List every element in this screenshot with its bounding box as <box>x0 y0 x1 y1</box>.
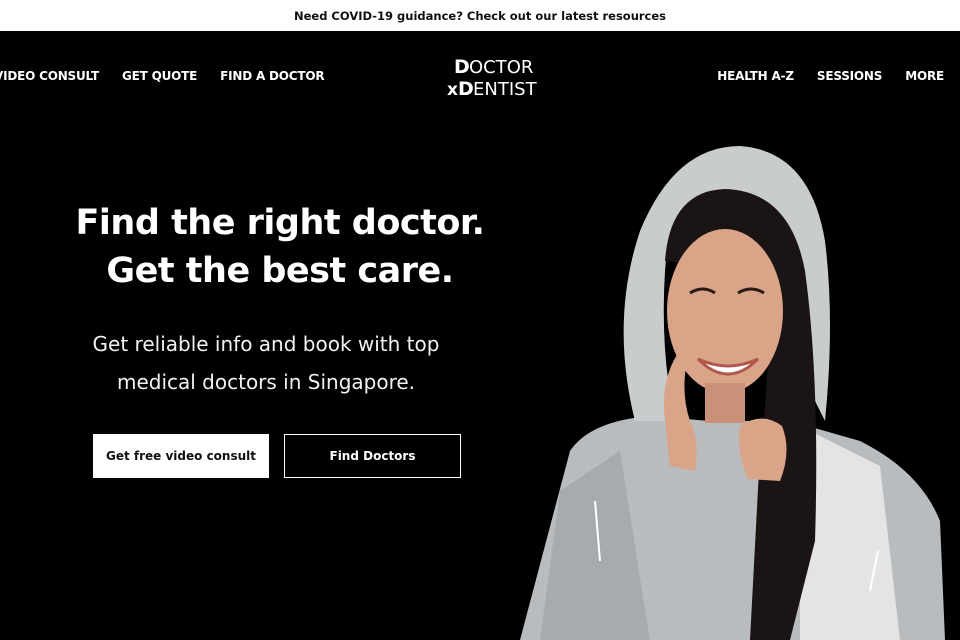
logo-doctor-rest: OCTOR <box>469 57 533 78</box>
nav-health-a-z[interactable]: HEALTH A-Z <box>717 69 794 83</box>
subtext-line-1: Get reliable info and book with top <box>92 332 440 356</box>
announcement-bar: Need COVID-19 guidance? Check out our la… <box>0 0 960 31</box>
headline-line-2: Get the best care. <box>106 251 454 291</box>
subtext-line-2: medical doctors in Singapore. <box>116 370 416 394</box>
hero-subtext: Get reliable info and book with top medi… <box>56 325 476 401</box>
logo-dentist-rest: ENTIST <box>473 79 538 99</box>
hero-headline: Find the right doctor. Get the best care… <box>40 199 520 295</box>
logo-doctor-initial: D <box>454 56 470 78</box>
top-navigation: VIDEO CONSULT GET QUOTE FIND A DOCTOR D … <box>0 31 960 121</box>
doctor-dentist-logo[interactable]: D OCTOR x D ENTIST <box>447 53 547 99</box>
right-hand <box>739 418 787 481</box>
nav-left-group: VIDEO CONSULT GET QUOTE FIND A DOCTOR <box>0 69 325 83</box>
neck <box>705 383 745 423</box>
headline-line-1: Find the right doctor. <box>75 203 485 243</box>
announcement-link[interactable]: Need COVID-19 guidance? Check out our la… <box>294 9 666 23</box>
nav-video-consult[interactable]: VIDEO CONSULT <box>0 69 99 83</box>
nav-sessions[interactable]: SESSIONS <box>817 69 883 83</box>
nav-more[interactable]: MORE <box>905 69 944 83</box>
hero-photo-smiling-woman-in-hoodie <box>520 146 945 640</box>
logo-dentist-initial: D <box>458 78 474 99</box>
nav-get-quote[interactable]: GET QUOTE <box>122 69 197 83</box>
find-doctors-button[interactable]: Find Doctors <box>284 434 461 478</box>
nav-right-group: HEALTH A-Z SESSIONS MORE <box>717 69 944 83</box>
nav-find-a-doctor[interactable]: FIND A DOCTOR <box>220 69 325 83</box>
logo-x: x <box>447 80 458 99</box>
get-free-video-consult-button[interactable]: Get free video consult <box>93 434 269 478</box>
